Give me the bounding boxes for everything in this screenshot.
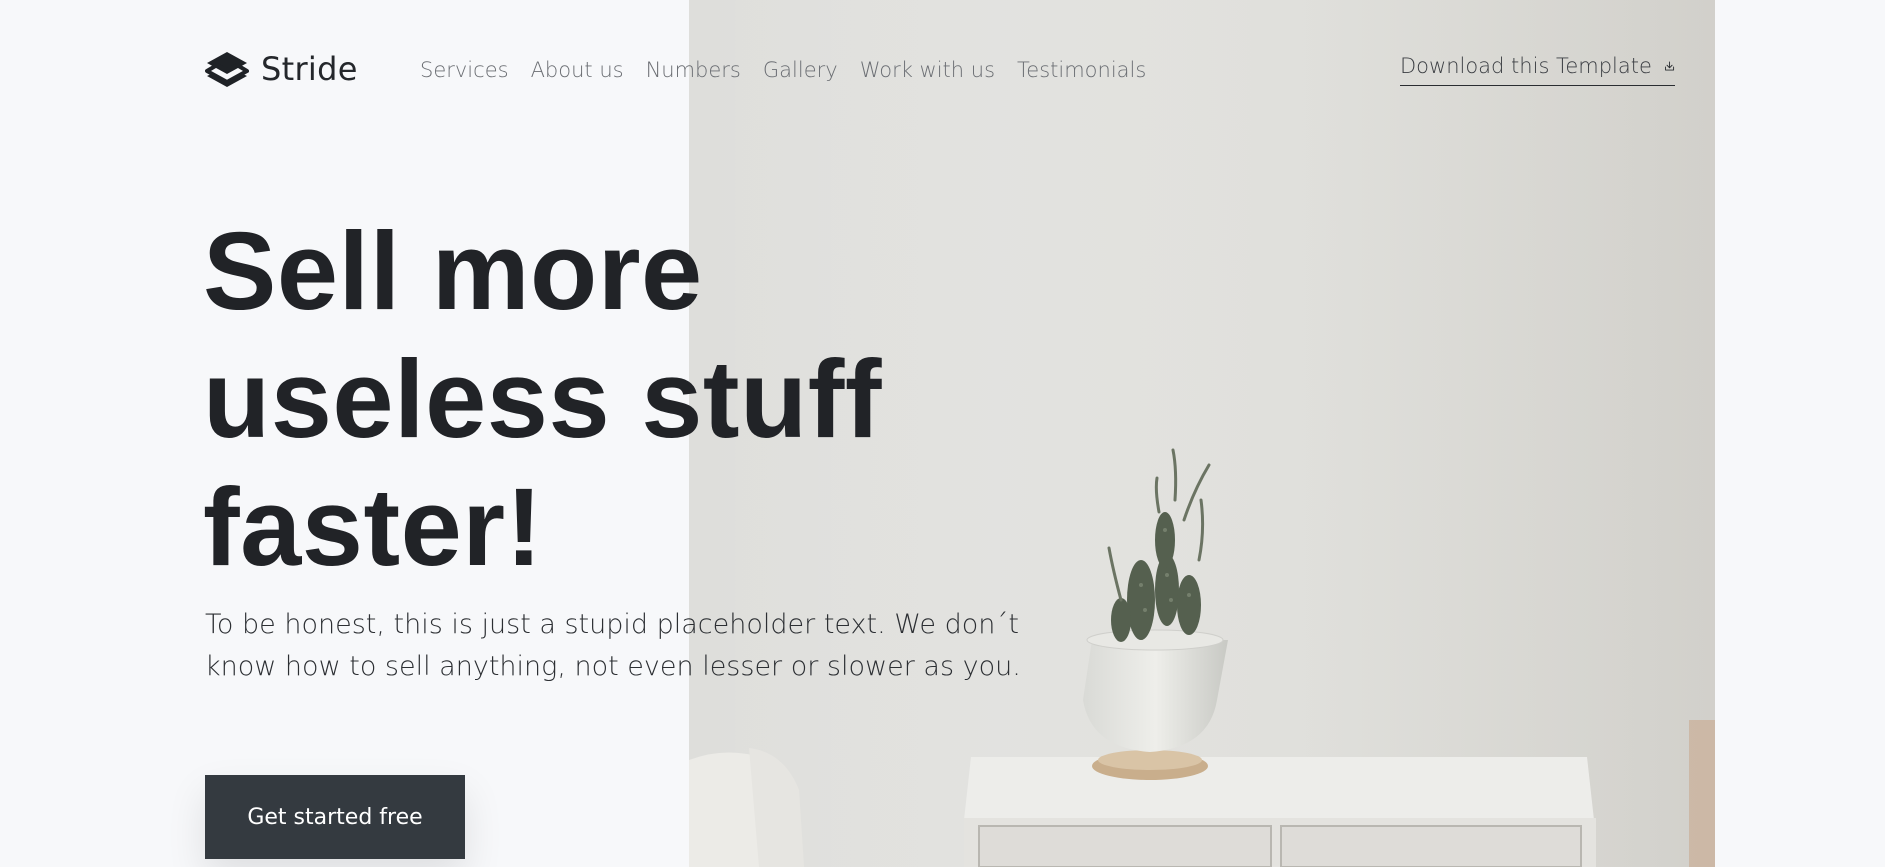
brand-name: Stride <box>261 50 358 88</box>
site-header: Stride Services About us Numbers Gallery… <box>0 0 1885 140</box>
brand-link[interactable]: Stride <box>205 50 358 88</box>
nav-item-services[interactable]: Services <box>420 58 509 82</box>
nav-item-about-us[interactable]: About us <box>531 58 624 82</box>
hero-subtitle: To be honest, this is just a stupid plac… <box>205 609 1021 682</box>
nav-item-numbers[interactable]: Numbers <box>646 58 741 82</box>
hero-title: Sell more useless stuff faster! <box>203 210 882 589</box>
landing-page: Stride Services About us Numbers Gallery… <box>0 0 1885 867</box>
download-icon <box>1664 61 1674 71</box>
nav-item-testimonials[interactable]: Testimonials <box>1017 58 1146 82</box>
download-template-link[interactable]: Download this Template <box>1400 54 1675 86</box>
download-template-label: Download this Template <box>1400 54 1652 78</box>
layers-icon <box>205 52 249 87</box>
main-nav: Services About us Numbers Gallery Work w… <box>420 58 1146 82</box>
nav-item-gallery[interactable]: Gallery <box>763 58 838 82</box>
get-started-button[interactable]: Get started free <box>205 775 465 859</box>
nav-item-work-with-us[interactable]: Work with us <box>860 58 995 82</box>
